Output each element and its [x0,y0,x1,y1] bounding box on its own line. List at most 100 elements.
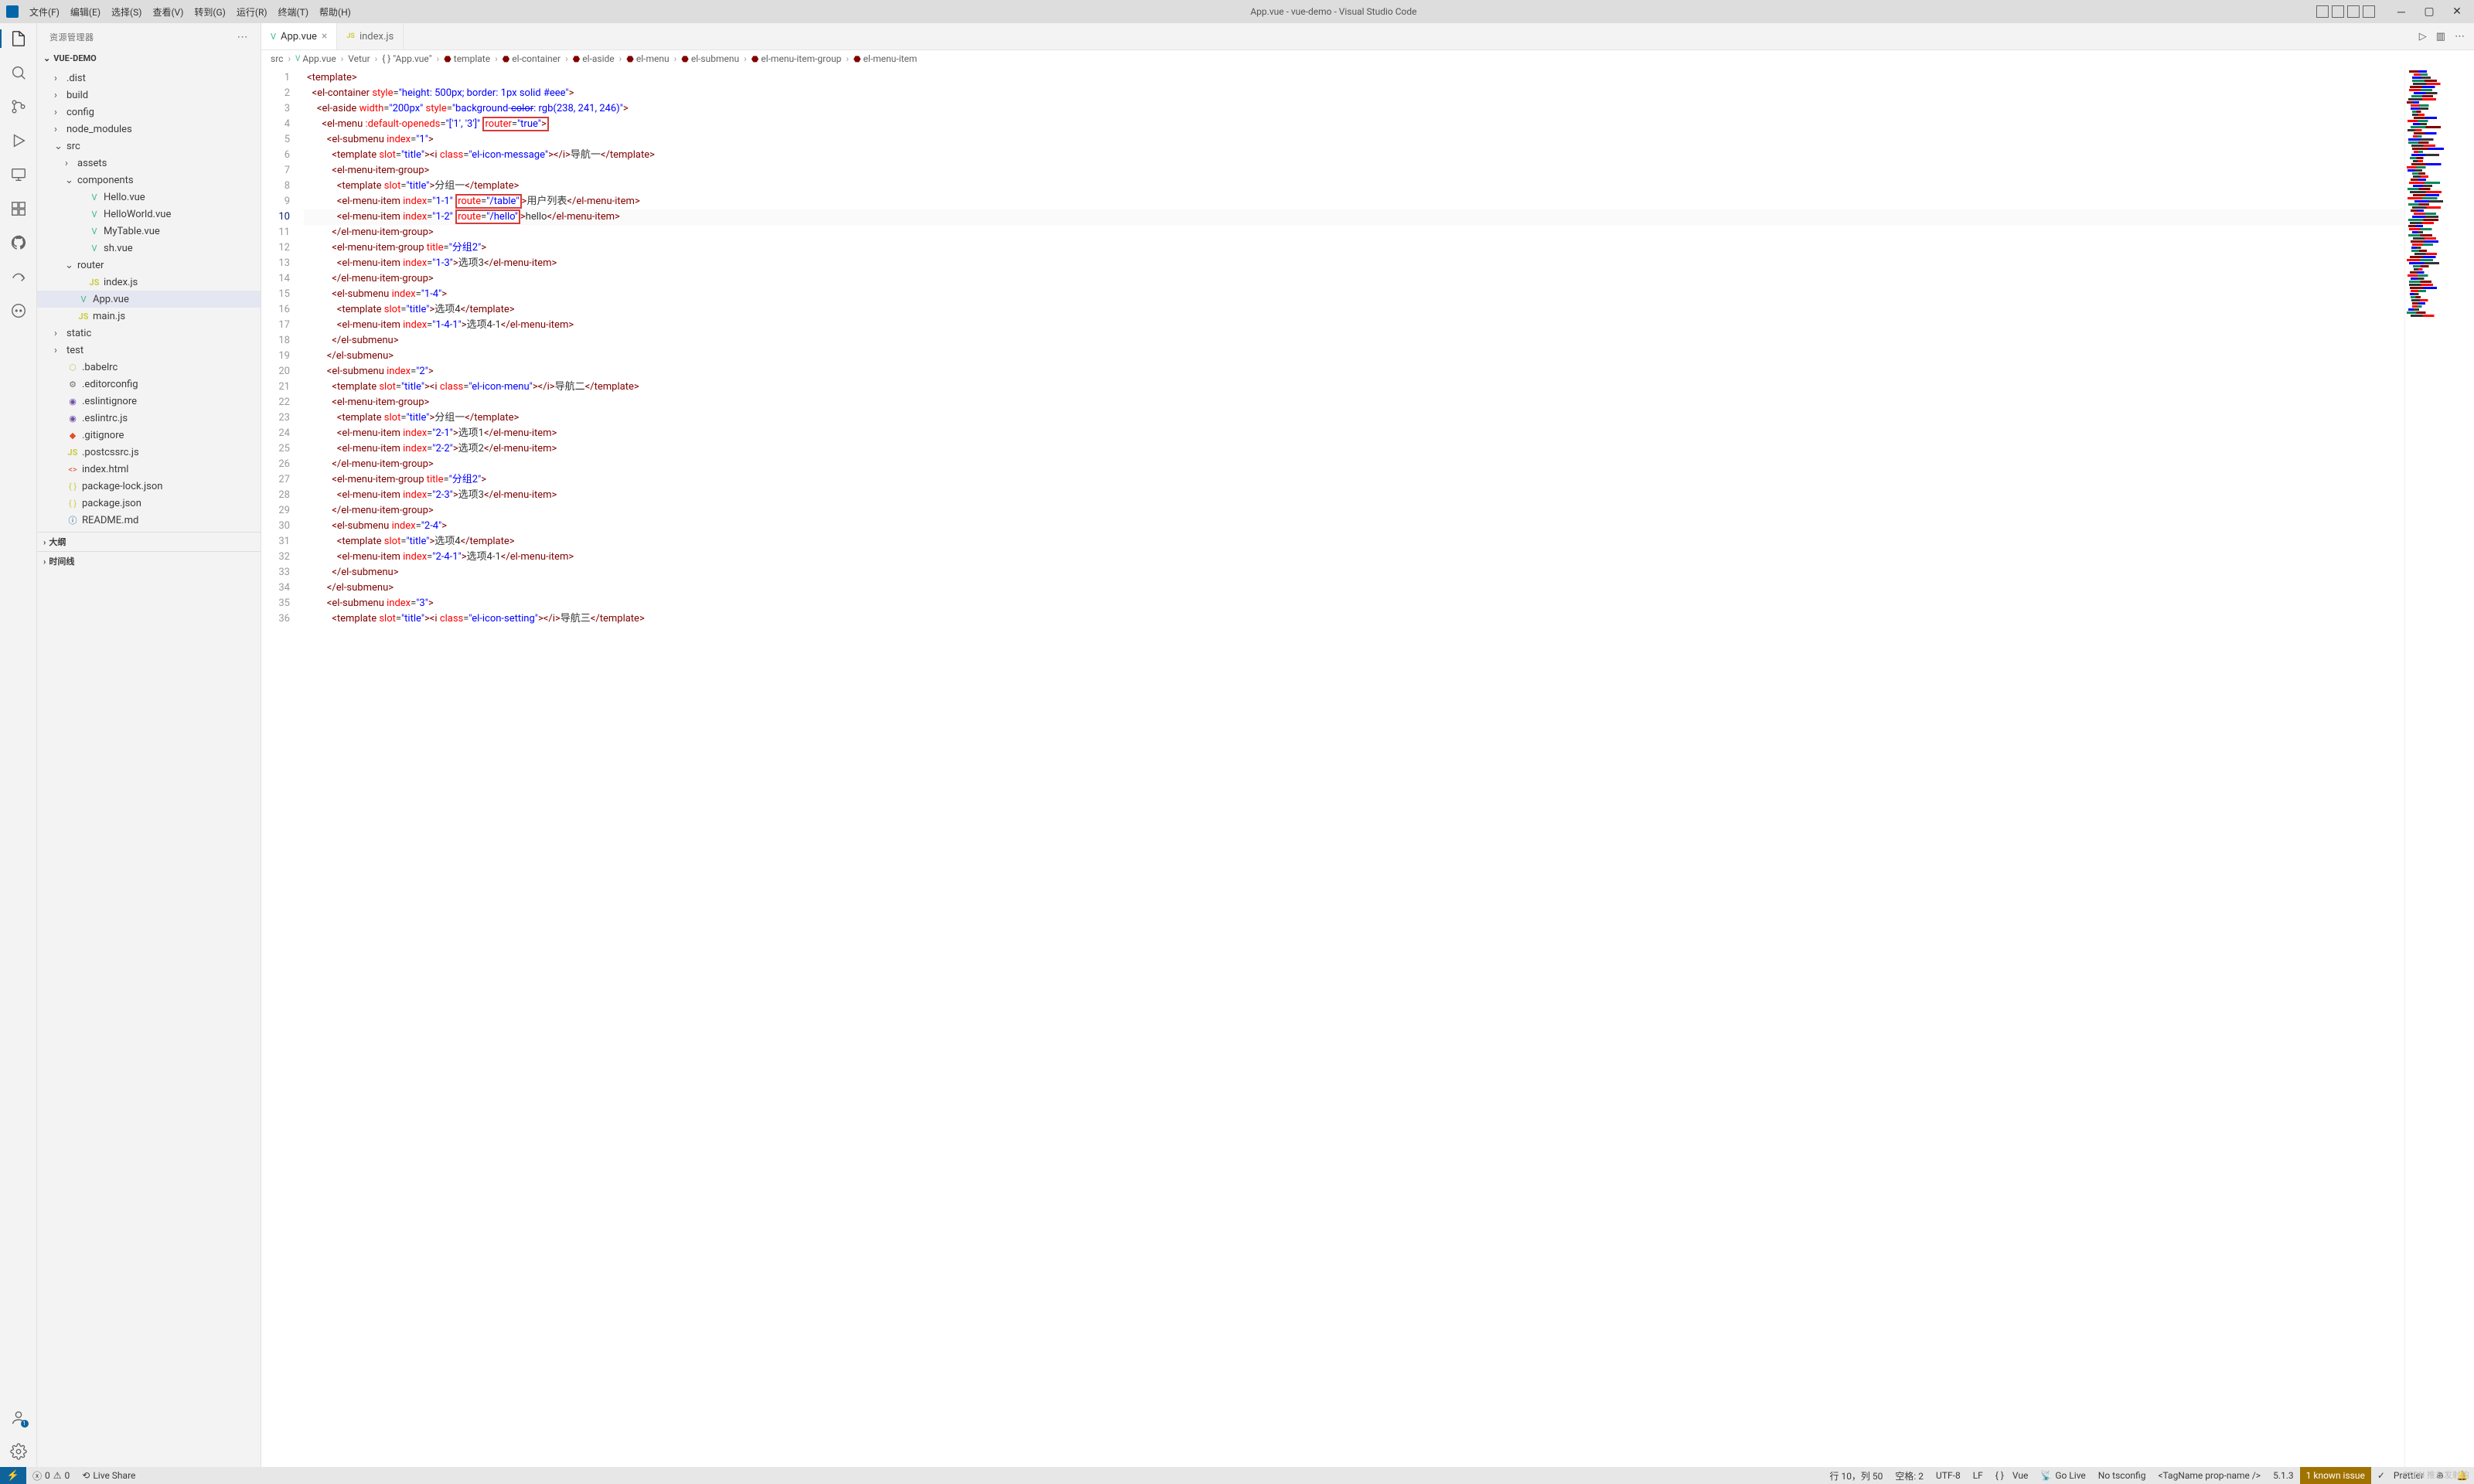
tree-item-index-js[interactable]: JSindex.js [37,274,261,291]
layout-icons[interactable] [2316,5,2375,18]
breadcrumb-item[interactable]: ⬣template [444,53,490,64]
tree-item-HelloWorld-vue[interactable]: VHelloWorld.vue [37,206,261,223]
tree-item-config[interactable]: ›config [37,104,261,121]
explorer-icon[interactable] [9,29,28,48]
vscode-icon [6,5,19,18]
close-button[interactable]: ✕ [2446,5,2468,18]
outline-section[interactable]: ›大纲 [37,532,261,551]
tagname-hint[interactable]: <TagName prop-name /> [2152,1467,2267,1484]
debug-icon[interactable] [9,131,28,150]
menu-run[interactable]: 运行(R) [237,5,268,19]
split-icon[interactable]: ▥ [2436,31,2445,43]
eol[interactable]: LF [1967,1467,1989,1484]
tree-item-README-md[interactable]: ⓘREADME.md [37,512,261,529]
menu-terminal[interactable]: 终端(T) [278,5,308,19]
tsconfig[interactable]: No tsconfig [2092,1467,2152,1484]
feedback-icon[interactable]: ⊕ [2430,1467,2450,1484]
editor-area: VApp.vue×JSindex.js ▷ ▥ ⋯ src›VApp.vue›V… [261,23,2474,1467]
search-icon[interactable] [9,63,28,82]
menu-file[interactable]: 文件(F) [29,5,60,19]
go-live[interactable]: 📡Go Live [2034,1467,2091,1484]
tree-item--gitignore[interactable]: ◆.gitignore [37,427,261,444]
problems-indicator[interactable]: ⓧ0 ⚠0 [26,1467,76,1484]
minimap[interactable] [2404,67,2474,1467]
share-icon[interactable] [9,267,28,286]
tree-item--postcssrc-js[interactable]: JS.postcssrc.js [37,444,261,461]
extensions-icon[interactable] [9,199,28,218]
tree-item-sh-vue[interactable]: Vsh.vue [37,240,261,257]
tree-item-package-lock-json[interactable]: { }package-lock.json [37,478,261,495]
tree-item--dist[interactable]: ›.dist [37,70,261,87]
menu-go[interactable]: 转到(G) [194,5,225,19]
breadcrumb-item[interactable]: src [271,53,283,64]
menu-edit[interactable]: 编辑(E) [70,5,101,19]
indent[interactable]: 空格: 2 [1889,1467,1930,1484]
breadcrumb-item[interactable]: ⬣el-submenu [681,53,739,64]
breadcrumb-item[interactable]: ⬣el-aside [573,53,615,64]
breadcrumb-item[interactable]: VApp.vue [295,53,336,64]
tree-item-components[interactable]: ⌄components [37,172,261,189]
tree-item-main-js[interactable]: JSmain.js [37,308,261,325]
tab-index-js[interactable]: JSindex.js [337,23,404,49]
breadcrumb-item[interactable]: ⬣el-menu-item-group [751,53,842,64]
menu-selection[interactable]: 选择(S) [111,5,141,19]
tree-item-node_modules[interactable]: ›node_modules [37,121,261,138]
breadcrumb-item[interactable]: ⬣el-container [503,53,561,64]
tree-item-index-html[interactable]: <>index.html [37,461,261,478]
timeline-section[interactable]: ›时间线 [37,551,261,570]
tab-close-icon[interactable]: × [322,30,327,43]
cursor-position[interactable]: 行 10，列 50 [1823,1467,1889,1484]
tree-item--eslintignore[interactable]: ◉.eslintignore [37,393,261,410]
live-share[interactable]: ⟲Live Share [76,1467,141,1484]
tree-item-assets[interactable]: ›assets [37,155,261,172]
tree-item-App-vue[interactable]: VApp.vue [37,291,261,308]
tab-App-vue[interactable]: VApp.vue× [261,23,337,49]
tree-item-router[interactable]: ⌄router [37,257,261,274]
tree-item--editorconfig[interactable]: ⚙.editorconfig [37,376,261,393]
known-issues[interactable]: 1 known issue [2300,1467,2371,1484]
tree-item-package-json[interactable]: { }package.json [37,495,261,512]
line-gutter: 1234567891011121314151617181920212223242… [261,67,304,1467]
tree-item--babelrc[interactable]: ⬡.babelrc [37,359,261,376]
account-icon[interactable]: 1 [9,1408,28,1427]
copilot-icon[interactable] [9,301,28,320]
run-icon[interactable]: ▷ [2419,31,2427,43]
tree-item-build[interactable]: ›build [37,87,261,104]
prettier[interactable]: ✓ Prettier [2371,1467,2430,1484]
project-root[interactable]: ⌄VUE-DEMO [37,50,261,66]
remote-indicator[interactable]: ⚡ [0,1467,26,1484]
notifications-icon[interactable]: 🔔 [2450,1467,2474,1484]
editor[interactable]: 1234567891011121314151617181920212223242… [261,67,2474,1467]
tab-bar: VApp.vue×JSindex.js ▷ ▥ ⋯ [261,23,2474,50]
breadcrumb-item[interactable]: Vetur [348,53,370,64]
tree-item-static[interactable]: ›static [37,325,261,342]
tree-item-src[interactable]: ⌄src [37,138,261,155]
remote-explorer-icon[interactable] [9,165,28,184]
breadcrumb-item[interactable]: ⬣el-menu [626,53,669,64]
tab-more-icon[interactable]: ⋯ [2455,31,2465,43]
breadcrumb-item[interactable]: { }"App.vue" [382,53,431,64]
window-title: App.vue - vue-demo - Visual Studio Code [351,6,2316,17]
github-icon[interactable] [9,233,28,252]
menu-help[interactable]: 帮助(H) [319,5,351,19]
menu-view[interactable]: 查看(V) [152,5,183,19]
breadcrumb[interactable]: src›VApp.vue›Vetur›{ }"App.vue"›⬣templat… [261,50,2474,67]
status-bar: ⚡ ⓧ0 ⚠0 ⟲Live Share 行 10，列 50 空格: 2 UTF-… [0,1467,2474,1484]
sidebar-title: 资源管理器 [49,31,94,43]
settings-icon[interactable] [9,1442,28,1461]
minimize-button[interactable]: ─ [2391,5,2412,19]
code-content[interactable]: <template> <el-container style="height: … [304,67,2404,1467]
breadcrumb-item[interactable]: ⬣el-menu-item [854,53,917,64]
language-mode[interactable]: { } Vue [1989,1467,2035,1484]
tree-item--eslintrc-js[interactable]: ◉.eslintrc.js [37,410,261,427]
sidebar-more-icon[interactable]: ⋯ [237,31,249,43]
sidebar: 资源管理器 ⋯ ⌄VUE-DEMO ›.dist›build›config›no… [37,23,261,1467]
version[interactable]: 5.1.3 [2267,1467,2300,1484]
tree-item-test[interactable]: ›test [37,342,261,359]
account-badge: 1 [21,1420,29,1428]
maximize-button[interactable]: ▢ [2418,5,2440,18]
tree-item-Hello-vue[interactable]: VHello.vue [37,189,261,206]
source-control-icon[interactable] [9,97,28,116]
encoding[interactable]: UTF-8 [1930,1467,1967,1484]
tree-item-MyTable-vue[interactable]: VMyTable.vue [37,223,261,240]
